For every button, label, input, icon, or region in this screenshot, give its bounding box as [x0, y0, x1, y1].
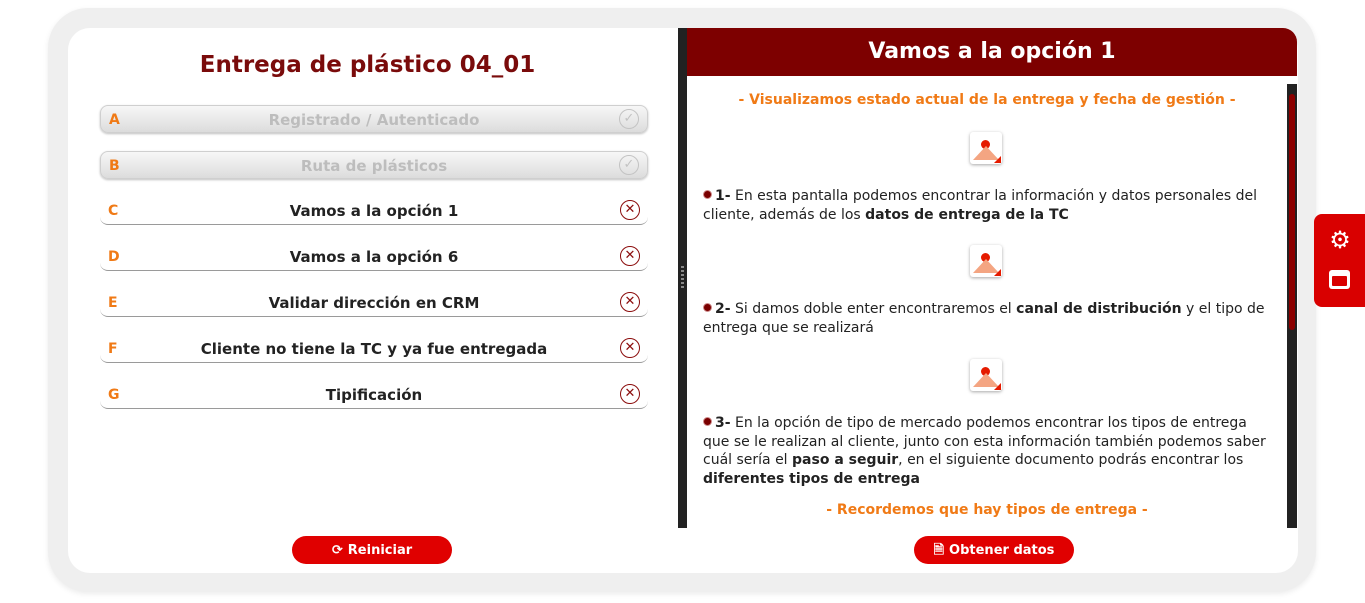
get-data-button[interactable]: 🗎 Obtener datos [914, 536, 1074, 564]
item-number: 3- [715, 415, 731, 431]
check-circle-icon: ✓ [619, 109, 639, 129]
x-circle-icon: ✕ [620, 384, 640, 404]
resize-grip-icon [681, 266, 684, 290]
step-letter: D [108, 249, 120, 265]
bullet-icon [703, 303, 712, 312]
step-f[interactable]: F Cliente no tiene la TC y ya fue entrega… [100, 335, 648, 363]
detail-content: - Visualizamos estado actual de la entre… [687, 84, 1287, 528]
step-label: Ruta de plásticos [300, 157, 448, 175]
step-label: Vamos a la opción 1 [289, 202, 459, 220]
step-b[interactable]: B Ruta de plásticos ✓ [100, 151, 648, 179]
item-text: , en el siguiente documento podrás encon… [898, 452, 1244, 468]
emphasis-text: diferentes tipos de entrega [703, 470, 920, 487]
step-letter: C [108, 203, 119, 219]
check-circle-icon: ✓ [619, 155, 639, 175]
broken-image-icon [970, 245, 1002, 277]
instruction-item-3: 3- En la opción de tipo de mercado podem… [703, 414, 1273, 488]
item-number: 1- [715, 188, 731, 204]
side-toolbar: ⚙ [1314, 214, 1365, 307]
step-label: Registrado / Autenticado [268, 111, 480, 129]
item-text: Si damos doble enter encontraremos el [735, 301, 1017, 317]
subheading-bottom: - Recordemos que hay tipos de entrega - [826, 502, 1148, 518]
x-circle-icon: ✕ [620, 200, 640, 220]
step-label: Cliente no tiene la TC y ya fue entregad… [200, 340, 548, 358]
step-g[interactable]: G Tipificación ✕ [100, 381, 648, 409]
x-circle-icon: ✕ [620, 338, 640, 358]
step-label: Vamos a la opción 6 [289, 248, 459, 266]
x-circle-icon: ✕ [620, 292, 640, 312]
emphasis-text: canal de distribución [1016, 301, 1182, 317]
x-circle-icon: ✕ [620, 246, 640, 266]
step-letter: B [109, 158, 120, 174]
bullet-icon [703, 190, 712, 199]
emphasis-text: paso a seguir [792, 452, 899, 468]
step-e[interactable]: E Validar dirección en CRM ✕ [100, 289, 648, 317]
instruction-item-1: 1- En esta pantalla podemos encontrar la… [703, 187, 1273, 224]
restart-button[interactable]: ⟳ Reiniciar [292, 536, 452, 564]
step-letter: E [108, 295, 118, 311]
step-label: Validar dirección en CRM [268, 294, 480, 312]
scrollbar-thumb[interactable] [1289, 94, 1295, 330]
detail-title: Vamos a la opción 1 [687, 28, 1297, 76]
bullet-icon [703, 417, 712, 426]
panel-resizer[interactable] [678, 28, 687, 528]
item-number: 2- [715, 301, 731, 317]
step-letter: G [108, 387, 120, 403]
step-letter: F [108, 341, 118, 357]
step-d[interactable]: D Vamos a la opción 6 ✕ [100, 243, 648, 271]
broken-image-icon [970, 132, 1002, 164]
gear-icon[interactable]: ⚙ [1328, 228, 1352, 252]
step-letter: A [109, 112, 120, 128]
guide-title: Entrega de plástico 04_01 [199, 52, 536, 78]
step-c[interactable]: C Vamos a la opción 1 ✕ [100, 197, 648, 225]
broken-image-icon [970, 359, 1002, 391]
refresh-icon: ⟳ [331, 543, 343, 558]
instruction-item-2: 2- Si damos doble enter encontraremos el… [703, 300, 1273, 337]
step-label: Tipificación [325, 386, 423, 404]
window-icon[interactable] [1329, 270, 1350, 289]
document-icon: 🗎 [933, 543, 945, 558]
emphasis-text: datos de entrega de la TC [865, 206, 1069, 223]
subheading-top: - Visualizamos estado actual de la entre… [738, 92, 1236, 108]
step-a[interactable]: A Registrado / Autenticado ✓ [100, 105, 648, 133]
